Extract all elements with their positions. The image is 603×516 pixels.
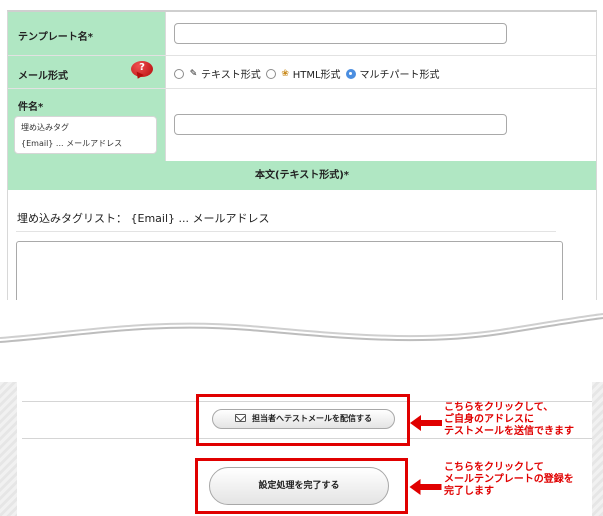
radio-text-format[interactable]: [174, 68, 184, 79]
template-name-header: テンプレート名*: [8, 12, 166, 55]
embed-tag-item: {Email} ... メールアドレス: [21, 139, 123, 148]
subject-label: 件名*: [18, 102, 44, 113]
test-mail-note-line: ご自身のアドレスに: [444, 414, 534, 425]
template-name-label: テンプレート名*: [18, 32, 93, 43]
palette-icon: ❀: [281, 68, 289, 79]
mail-format-cell: ✎ テキスト形式 ❀ HTML形式 マルチパート形式: [166, 56, 596, 88]
complete-note-line: 完了します: [444, 486, 494, 497]
subject-input[interactable]: [174, 114, 507, 135]
template-name-cell: [166, 12, 596, 55]
arrow-left-icon: [410, 415, 442, 431]
subject-row: 件名* 埋め込みタグ {Email} ... メールアドレス: [8, 89, 596, 161]
subject-cell: [166, 89, 596, 161]
radio-multipart-format[interactable]: [345, 68, 356, 79]
background-texture-right: [592, 382, 603, 516]
embed-tag-box: 埋め込みタグ {Email} ... メールアドレス: [14, 116, 157, 154]
mail-format-label: メール形式: [18, 71, 68, 82]
mail-format-row: メール形式 ? ✎ テキスト形式 ❀ HTML形式 マルチパート形式: [8, 56, 596, 89]
test-mail-note: こちらをクリックして、 ご自身のアドレスに テストメールを送信できます: [444, 402, 574, 438]
embed-tag-list: 埋め込みタグリスト： {Email} ... メールアドレス: [17, 212, 270, 225]
template-name-input[interactable]: [174, 23, 507, 44]
send-test-mail-label: 担当者へテストメールを配信する: [252, 414, 372, 423]
mail-format-options: ✎ テキスト形式 ❀ HTML形式 マルチパート形式: [174, 66, 445, 81]
text-format-label[interactable]: テキスト形式: [201, 66, 261, 81]
torn-page-divider: [0, 300, 603, 362]
radio-html-format[interactable]: [265, 68, 276, 79]
background-texture-left: [0, 382, 17, 516]
multipart-format-label[interactable]: マルチパート形式: [360, 66, 440, 81]
template-form-area: テンプレート名* メール形式 ? ✎ テキスト形式 ❀ HTML形式 マルチパー…: [0, 0, 603, 309]
subject-header: 件名* 埋め込みタグ {Email} ... メールアドレス: [8, 89, 166, 161]
html-format-label[interactable]: HTML形式: [293, 66, 341, 81]
pencil-icon: ✎: [189, 68, 198, 79]
complete-note-line: こちらをクリックして: [444, 462, 544, 473]
embed-tag-title: 埋め込みタグ: [21, 123, 69, 132]
test-mail-note-line: テストメールを送信できます: [444, 426, 574, 437]
test-mail-note-line: こちらをクリックして、: [444, 402, 554, 413]
body-textarea[interactable]: [16, 241, 563, 309]
complete-note: こちらをクリックして メールテンプレートの登録を 完了します: [444, 462, 574, 498]
complete-note-line: メールテンプレートの登録を: [444, 474, 574, 485]
mail-format-header: メール形式 ?: [8, 56, 166, 88]
arrow-left-icon: [409, 479, 442, 495]
template-name-row: テンプレート名*: [8, 12, 596, 56]
body-section-header: 本文(テキスト形式)*: [8, 161, 596, 190]
send-test-mail-button[interactable]: 担当者へテストメールを配信する: [212, 409, 395, 429]
tag-list-divider: [16, 231, 556, 232]
help-question-mark: ?: [139, 62, 145, 73]
mail-icon: [235, 414, 246, 422]
form-table: テンプレート名* メール形式 ? ✎ テキスト形式 ❀ HTML形式 マルチパー…: [7, 10, 597, 309]
help-icon[interactable]: ?: [131, 61, 153, 81]
complete-settings-button[interactable]: 設定処理を完了する: [209, 467, 389, 505]
